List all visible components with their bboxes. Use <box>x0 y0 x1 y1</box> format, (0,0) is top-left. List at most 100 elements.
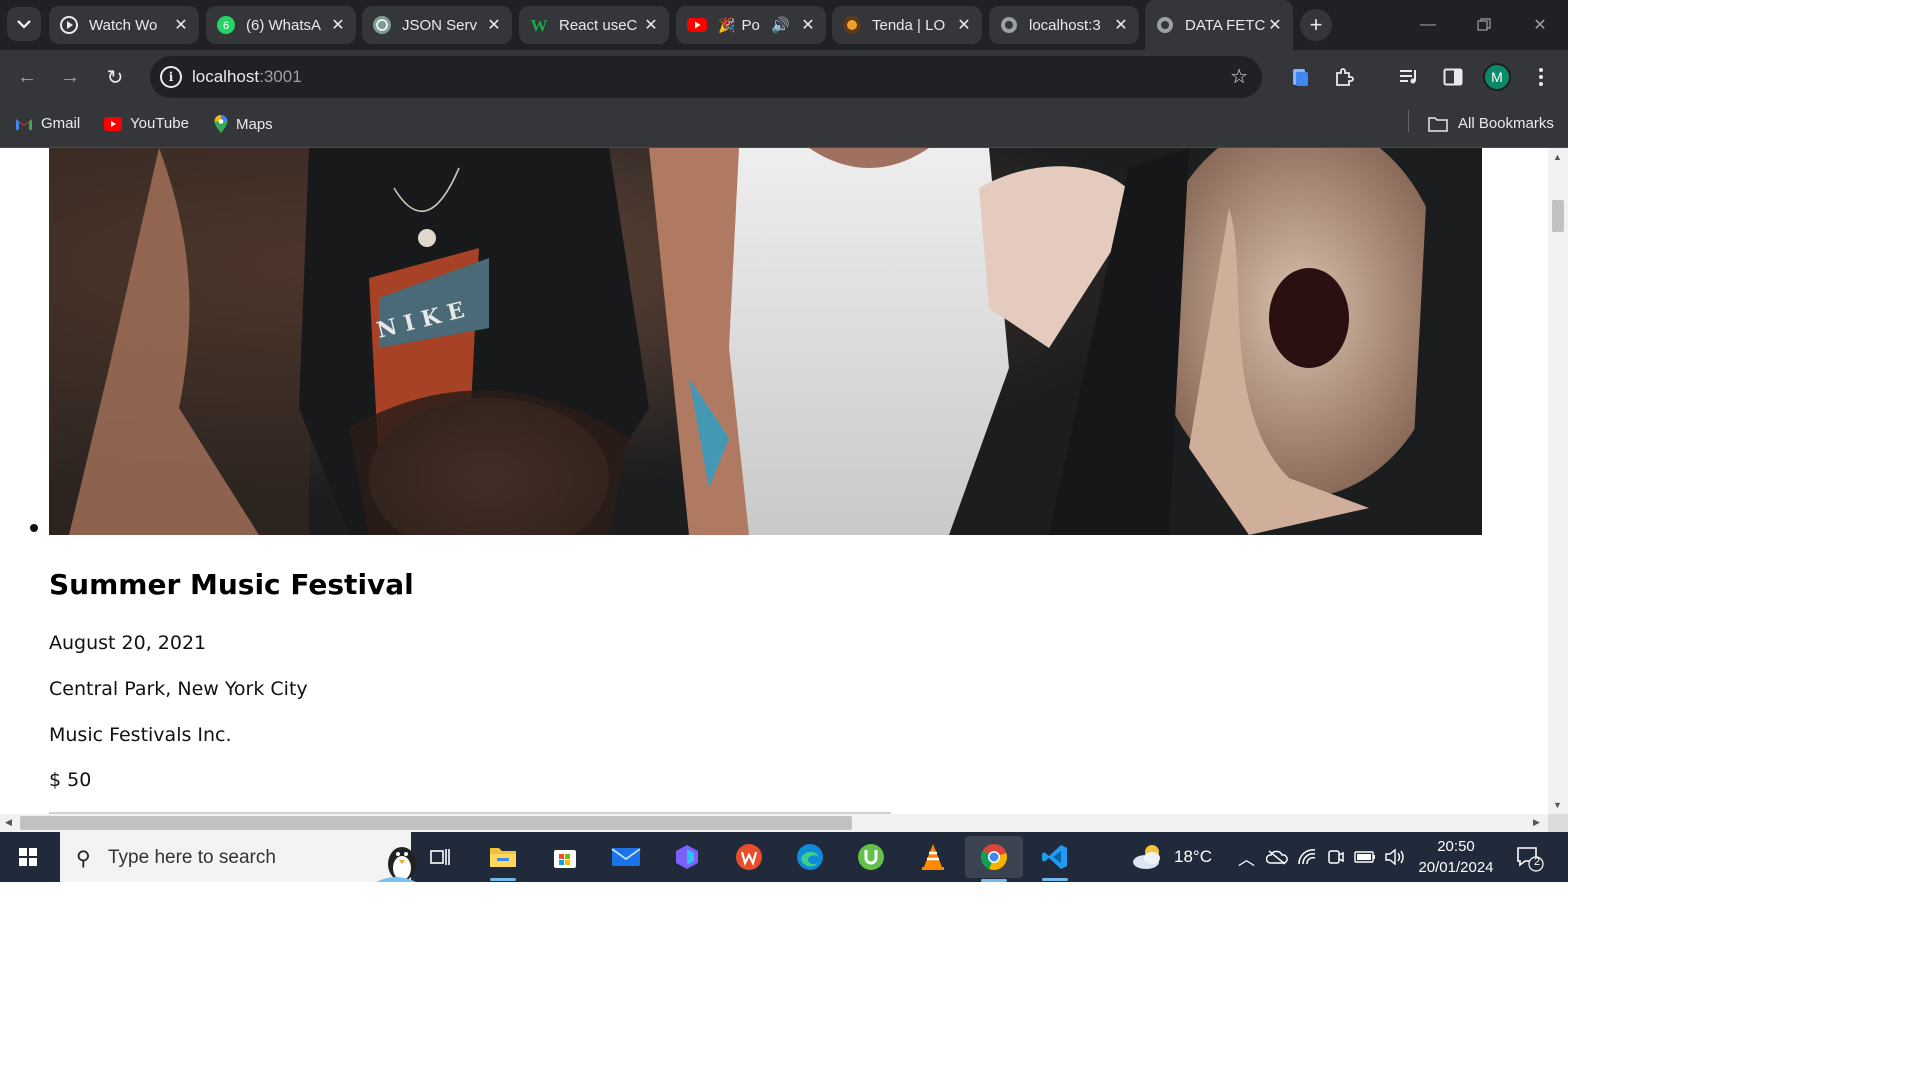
tab-json-server[interactable]: JSON Serv ✕ <box>362 6 512 44</box>
taskbar-store[interactable] <box>548 841 582 873</box>
battery-icon[interactable] <box>1354 832 1376 882</box>
tab-title: React useC <box>559 16 638 34</box>
notification-center-button[interactable]: 2 <box>1515 844 1545 872</box>
taskbar-file-explorer[interactable] <box>486 841 520 881</box>
scroll-down-icon[interactable]: ▼ <box>1553 800 1562 810</box>
close-icon[interactable]: ✕ <box>328 15 348 35</box>
taskbar-utorrent[interactable] <box>854 841 888 873</box>
network-icon[interactable] <box>1297 832 1317 882</box>
close-icon[interactable]: ✕ <box>798 15 818 35</box>
close-icon[interactable]: ✕ <box>1265 15 1285 35</box>
chatgpt-icon <box>373 16 391 34</box>
close-icon[interactable]: ✕ <box>1111 15 1131 35</box>
onedrive-icon[interactable] <box>1266 832 1288 882</box>
bookmark-youtube[interactable]: YouTube <box>104 115 189 132</box>
penguin-search-highlight-icon <box>376 847 416 882</box>
youtube-icon <box>104 116 122 131</box>
tab-tenda[interactable]: Tenda | LO ✕ <box>832 6 982 44</box>
tab-react-usec[interactable]: W React useC ✕ <box>519 6 669 44</box>
taskbar-search[interactable]: ⚲ Type here to search <box>60 832 416 882</box>
clock-date: 20/01/2024 <box>1418 859 1494 876</box>
reload-button[interactable]: ↻ <box>100 62 130 92</box>
tab-title: JSON Serv <box>402 16 478 34</box>
tab-data-fetch-active[interactable]: DATA FETC ✕ <box>1145 0 1293 50</box>
close-window-button[interactable]: ✕ <box>1512 0 1568 50</box>
running-indicator <box>1042 878 1068 881</box>
minimize-button[interactable]: — <box>1400 0 1456 50</box>
browser-chrome: Watch Wo ✕ 6 (6) WhatsA ✕ JSON Serv ✕ W … <box>0 0 1568 148</box>
horizontal-scrollbar[interactable]: ◀ ▶ <box>0 814 1548 832</box>
tab-title: Watch Wo <box>89 16 158 34</box>
start-button[interactable] <box>8 844 48 870</box>
tab-search-button[interactable] <box>7 7 41 41</box>
tab-title: Tenda | LO <box>872 16 946 34</box>
maps-icon <box>214 115 228 133</box>
taskbar-chrome[interactable] <box>965 836 1023 882</box>
extensions-puzzle-icon[interactable] <box>1331 64 1357 90</box>
vertical-scroll-thumb[interactable] <box>1552 200 1564 232</box>
horizontal-scroll-thumb[interactable] <box>20 816 852 830</box>
speaker-icon[interactable]: 🔊 <box>771 16 790 34</box>
scroll-up-icon[interactable]: ▲ <box>1553 152 1562 162</box>
close-icon[interactable]: ✕ <box>954 15 974 35</box>
all-bookmarks-label: All Bookmarks <box>1458 115 1554 132</box>
profile-avatar[interactable]: M <box>1483 63 1511 91</box>
side-panel-icon[interactable] <box>1440 64 1466 90</box>
svg-text:W: W <box>531 16 548 35</box>
tab-youtube[interactable]: 🎉 Po 🔊 ✕ <box>676 6 826 44</box>
show-hidden-icons-button[interactable]: ︿ <box>1238 832 1255 882</box>
bookmarks-separator <box>1408 110 1409 132</box>
address-url[interactable]: localhost:3001 <box>192 67 302 87</box>
tab-whatsapp[interactable]: 6 (6) WhatsA ✕ <box>206 6 356 44</box>
event-date: August 20, 2021 <box>49 632 207 654</box>
taskbar-wps[interactable] <box>732 841 766 873</box>
vertical-scrollbar[interactable]: ▲ ▼ <box>1548 148 1568 814</box>
taskbar-copilot[interactable] <box>670 841 704 873</box>
play-circle-icon <box>60 16 78 34</box>
extension-docs-icon[interactable] <box>1287 64 1313 90</box>
tab-watch[interactable]: Watch Wo ✕ <box>49 6 199 44</box>
page-viewport: N I K E Summer Music Festival August 20,… <box>0 148 1548 814</box>
folder-icon <box>490 848 516 867</box>
bookmark-maps[interactable]: Maps <box>214 115 273 133</box>
volume-icon[interactable] <box>1384 832 1406 882</box>
close-icon[interactable]: ✕ <box>641 15 661 35</box>
whatsapp-icon: 6 <box>217 16 235 34</box>
restore-button[interactable] <box>1456 0 1512 50</box>
taskbar-vscode[interactable] <box>1038 841 1072 881</box>
address-bar[interactable]: i localhost:3001 ☆ <box>150 56 1262 98</box>
meet-now-icon[interactable] <box>1326 832 1344 882</box>
windows-taskbar: ⚲ Type here to search 18°C ︿ 20:50 20/01… <box>0 832 1568 882</box>
task-view-button[interactable] <box>424 841 458 873</box>
bookmark-star-icon[interactable]: ☆ <box>1230 64 1248 89</box>
vscode-icon <box>1042 845 1067 869</box>
new-tab-button[interactable]: + <box>1300 9 1332 41</box>
taskbar-vlc[interactable] <box>916 841 950 873</box>
party-icon: 🎉 <box>718 16 736 33</box>
more-menu-icon[interactable] <box>1528 64 1554 90</box>
tab-localhost[interactable]: localhost:3 ✕ <box>989 6 1139 44</box>
globe-icon <box>1001 17 1017 33</box>
bookmark-gmail[interactable]: Gmail <box>15 115 80 132</box>
close-icon[interactable]: ✕ <box>171 15 191 35</box>
search-placeholder: Type here to search <box>108 847 276 868</box>
media-queue-icon[interactable] <box>1396 64 1422 90</box>
svg-text:6: 6 <box>223 20 229 32</box>
scroll-right-icon[interactable]: ▶ <box>1533 817 1540 828</box>
close-icon: ✕ <box>1533 17 1547 34</box>
event-title: Summer Music Festival <box>49 568 414 601</box>
bookmark-label: Maps <box>236 115 273 133</box>
taskbar-mail[interactable] <box>609 841 643 873</box>
tab-title: DATA FETC <box>1185 16 1265 34</box>
store-icon <box>554 850 576 868</box>
all-bookmarks-button[interactable]: All Bookmarks <box>1428 115 1554 132</box>
weather-widget[interactable]: 18°C <box>1130 832 1212 882</box>
forward-button[interactable]: → <box>55 62 85 92</box>
close-icon[interactable]: ✕ <box>484 15 504 35</box>
info-icon[interactable]: i <box>160 66 182 88</box>
scroll-left-icon[interactable]: ◀ <box>5 817 12 828</box>
taskbar-edge[interactable] <box>793 841 827 873</box>
edge-icon <box>797 844 823 870</box>
system-clock[interactable]: 20:50 20/01/2024 <box>1415 836 1497 878</box>
back-button[interactable]: ← <box>12 62 42 92</box>
